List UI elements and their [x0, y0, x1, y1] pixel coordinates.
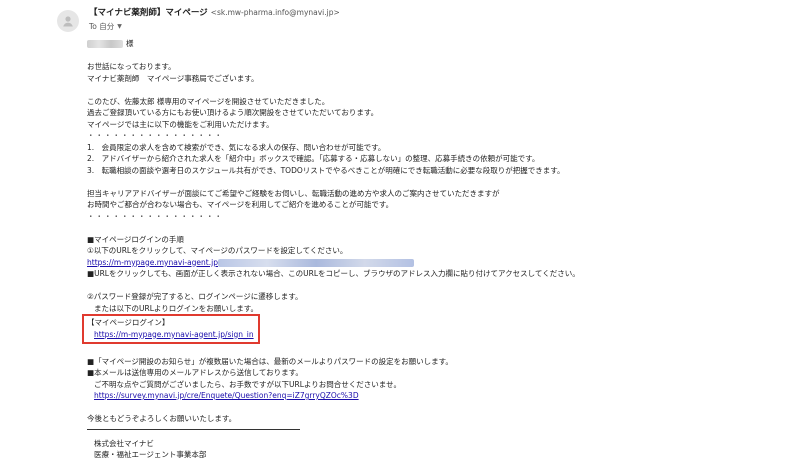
login-note: ■URLをクリックしても、画面が正しく表示されない場合、このURLをコピーし、ブ…	[87, 269, 580, 278]
login-heading: ■マイページログインの手順	[87, 234, 184, 244]
greeting-name-line: 様	[87, 38, 647, 50]
separator-dots: ・・・・・・・・・・・・・・・・	[87, 211, 223, 221]
recipient-label: To 自分	[89, 22, 115, 31]
signature-company: 株式会社マイナビ	[94, 438, 154, 448]
avatar-person-icon	[63, 16, 73, 27]
inquiry-link[interactable]: https://survey.mynavi.jp/cre/Enquete/Que…	[94, 391, 359, 400]
separator-dots: ・・・・・・・・・・・・・・・・	[87, 131, 223, 140]
signature-department: 医療・福祉エージェント事業本部	[94, 450, 207, 459]
chevron-down-icon[interactable]: ▼	[117, 23, 122, 30]
name-suffix: 様	[126, 39, 134, 48]
notes-line: ■「マイページ開設のお知らせ」が複数届いた場合は、最新のメールよりパスワードの設…	[87, 356, 453, 366]
login-step-1: ①以下のURLをクリックして、マイページのパスワードを設定してください。	[87, 246, 348, 255]
email-body: 様 お世話になっております。 マイナビ薬剤師 マイページ事務局でございます。 こ…	[82, 38, 647, 461]
redacted-url	[217, 258, 414, 267]
closing-line: 今後ともどうぞよろしくお願いいたします。	[87, 414, 237, 423]
signature-divider	[87, 428, 300, 430]
sign-in-link[interactable]: https://m-mypage.mynavi-agent.jp/sign_in	[94, 330, 254, 339]
password-setup-link-line: https://m-mypage.mynavi-agent.jp	[87, 257, 647, 269]
intro-line: このたび、佐藤太郎 様専用のマイページを開設させていただきました。	[87, 96, 330, 106]
login-url-box: 【マイページログイン】 https://m-mypage.mynavi-agen…	[82, 314, 260, 344]
notes-line: ご不明な点やご質問がございましたら、お手数ですが以下URLよりお問合せくださいま…	[94, 379, 402, 389]
greeting-line: お世話になっております。	[87, 62, 176, 71]
advisor-line: 担当キャリアアドバイザーが面談にてご希望やご経験をお伺いし、転職活動の進め方や求…	[87, 188, 500, 198]
email-header: 【マイナビ薬剤師】マイページ <sk.mw-pharma.info@mynavi.…	[89, 7, 340, 32]
sender-email: <sk.mw-pharma.info@mynavi.jp>	[210, 8, 340, 17]
notes-line: ■本メールは送信専用のメールアドレスから送信しております。	[87, 368, 303, 377]
login-step-2b: または以下のURLよりログインをお願いします。	[94, 303, 258, 313]
login-step-2: ②パスワード登録が完了すると、ログインページに遷移します。	[87, 292, 303, 301]
from-line: 【マイナビ薬剤師】マイページ <sk.mw-pharma.info@mynavi.…	[89, 7, 340, 19]
intro-line: 過去ご登録頂いている方にもお使い頂けるよう順次開設をさせていただいております。	[87, 108, 379, 117]
password-setup-link[interactable]: https://m-mypage.mynavi-agent.jp	[87, 258, 218, 267]
redacted-name	[87, 40, 123, 48]
intro-line: マイページでは主に以下の機能をご利用いただけます。	[87, 119, 274, 129]
advisor-line: お時間やご都合が合わない場合も、マイページを利用してご紹介を進めることが可能です…	[87, 200, 394, 209]
feature-item: 2. アドバイザーから紹介された求人を「紹介中」ボックスで確認。「応募する・応募…	[87, 154, 540, 163]
login-box-label: 【マイページログイン】	[87, 318, 170, 327]
recipient-toggle[interactable]: To 自分 ▼	[89, 21, 340, 32]
sender-name: 【マイナビ薬剤師】マイページ	[89, 8, 208, 18]
sender-avatar[interactable]	[57, 10, 79, 32]
feature-item: 3. 転職相談の面談や選考日のスケジュール共有ができ、TODOリストでやるべきこ…	[87, 165, 565, 175]
email-view: 【マイナビ薬剤師】マイページ <sk.mw-pharma.info@mynavi.…	[0, 0, 800, 459]
feature-item: 1. 会員限定の求人を含めて検索ができ、気になる求人の保存、問い合わせが可能です…	[87, 142, 386, 152]
greeting-line: マイナビ薬剤師 マイページ事務局でございます。	[87, 73, 259, 83]
